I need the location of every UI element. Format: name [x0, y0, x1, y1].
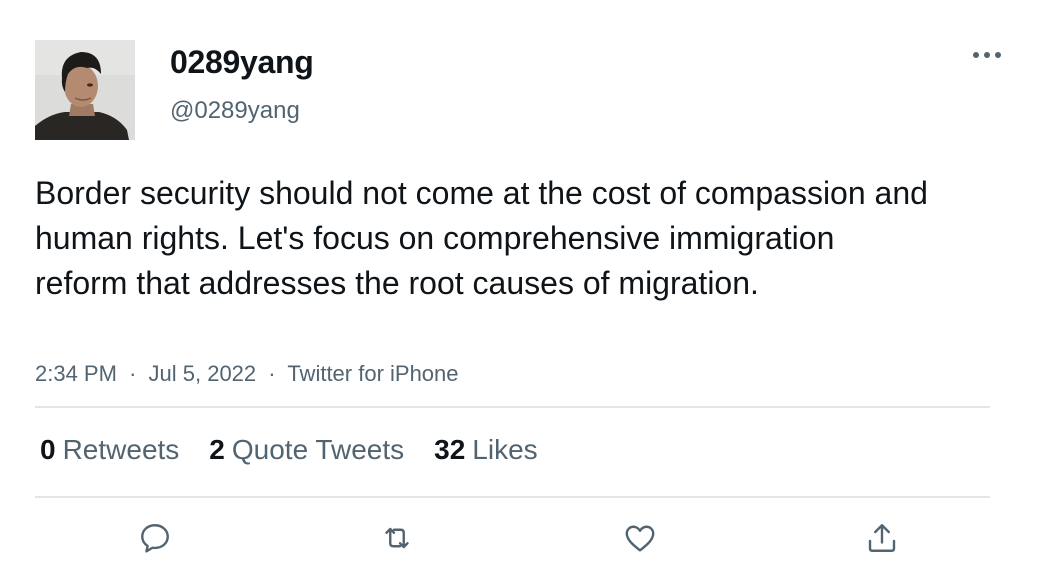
share-icon: [868, 524, 896, 552]
likes-count: 32: [434, 434, 466, 465]
quote-tweets-label: Quote Tweets: [231, 434, 405, 465]
retweets-stat[interactable]: 0 Retweets: [40, 434, 179, 466]
meta-separator: ·: [129, 361, 137, 386]
meta-separator: ·: [268, 361, 276, 386]
more-icon: [973, 52, 1001, 58]
retweets-count: 0: [40, 434, 56, 465]
likes-stat[interactable]: 32 Likes: [434, 434, 538, 466]
reply-button[interactable]: [135, 518, 175, 558]
heart-icon: [625, 525, 655, 552]
avatar-photo: [35, 40, 135, 140]
tweet-stats: 0 Retweets 2 Quote Tweets 32 Likes: [40, 430, 568, 470]
quote-tweets-stat[interactable]: 2 Quote Tweets: [209, 434, 404, 466]
likes-label: Likes: [472, 434, 538, 465]
reply-icon: [141, 524, 169, 553]
avatar[interactable]: [35, 40, 135, 140]
retweet-button[interactable]: [377, 518, 417, 558]
tweet-date[interactable]: Jul 5, 2022: [149, 361, 257, 386]
tweet-meta: 2:34 PM · Jul 5, 2022 · Twitter for iPho…: [35, 361, 459, 387]
display-name[interactable]: 0289yang: [170, 44, 314, 81]
tweet-source[interactable]: Twitter for iPhone: [287, 361, 458, 386]
user-handle[interactable]: @0289yang: [170, 97, 300, 125]
divider: [35, 496, 990, 498]
tweet-time[interactable]: 2:34 PM: [35, 361, 117, 386]
tweet-text: Border security should not come at the c…: [35, 175, 928, 301]
divider: [35, 406, 990, 408]
more-options-button[interactable]: [962, 40, 1012, 70]
like-button[interactable]: [620, 518, 660, 558]
retweet-icon: [385, 527, 409, 549]
retweets-label: Retweets: [62, 434, 180, 465]
share-button[interactable]: [862, 518, 902, 558]
quote-tweets-count: 2: [209, 434, 225, 465]
